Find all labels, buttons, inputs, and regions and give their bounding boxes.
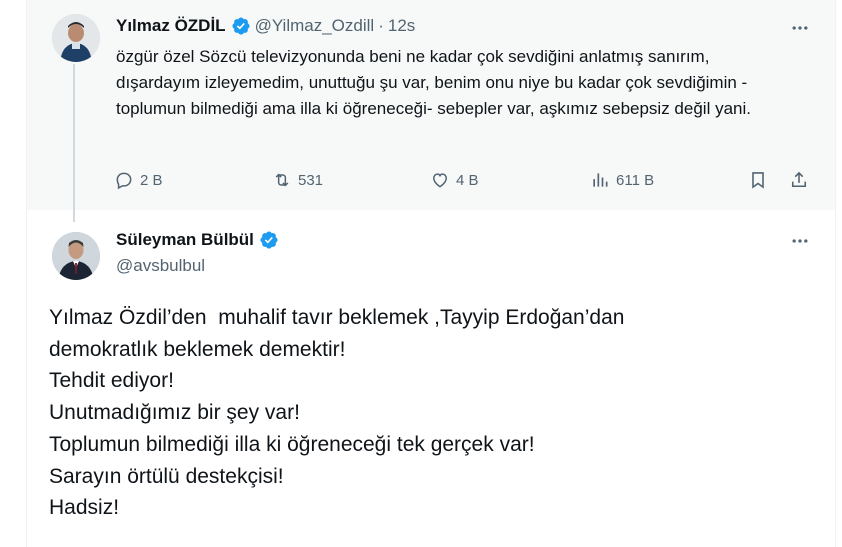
retweet-icon — [275, 173, 289, 187]
verified-badge-icon[interactable] — [259, 230, 279, 250]
author-name[interactable]: Süleyman Bülbül — [116, 230, 254, 250]
author-name[interactable]: Yılmaz ÖZDİL — [116, 16, 226, 36]
view-count: 611 B — [616, 171, 655, 189]
verified-badge-icon[interactable] — [231, 16, 251, 36]
tweet-text-line: Tehdit ediyor! — [49, 369, 174, 393]
avatar-suleyman-image — [52, 232, 100, 280]
author-handle[interactable]: @avsbulbul — [116, 256, 205, 276]
share-icon — [791, 171, 807, 188]
tweet-text-line: Toplumun bilmediği illa ki öğreneceği te… — [49, 432, 535, 456]
more-icon[interactable] — [789, 230, 811, 252]
avatar[interactable] — [52, 232, 100, 280]
like-count: 4 B — [456, 171, 479, 189]
bookmark-button[interactable] — [748, 170, 774, 190]
reply-button[interactable]: 2 B — [114, 170, 163, 190]
retweet-button[interactable]: 531 — [272, 170, 323, 190]
tweet-time[interactable]: 12s — [388, 16, 415, 36]
reply-icon — [116, 172, 132, 190]
heart-icon — [432, 173, 448, 188]
reply-tweet-text: Yılmaz Özdil’den muhalif tavır beklemek … — [49, 302, 809, 524]
tweet-text-line: Yılmaz Özdil’den muhalif tavır beklemek … — [49, 306, 625, 329]
parent-tweet-header: Yılmaz ÖZDİL @Yilmaz_Ozdill · 12s — [116, 16, 415, 36]
more-icon[interactable] — [789, 17, 811, 39]
views-button[interactable]: 611 B — [590, 170, 654, 190]
retweet-count: 531 — [298, 171, 324, 189]
author-handle[interactable]: @Yilmaz_Ozdill — [255, 16, 375, 36]
parent-tweet-text: özgür özel Sözcü televizyonunda beni ne … — [116, 47, 751, 118]
bookmark-icon — [752, 172, 764, 189]
separator-dot: · — [378, 16, 384, 35]
tweet-text-line: Hadsiz! — [49, 496, 120, 520]
like-button[interactable]: 4 B — [430, 170, 479, 190]
thread-connector-line — [73, 64, 75, 222]
avatar-yilmaz-image — [52, 14, 100, 62]
views-icon — [593, 173, 608, 187]
reply-count: 2 B — [140, 171, 163, 189]
tweet-actions: 2 B 531 4 B 611 B — [114, 170, 814, 194]
tweet-text-line: Unutmadığımız bir şey var! — [49, 401, 300, 425]
share-button[interactable] — [789, 170, 815, 190]
avatar[interactable] — [52, 14, 100, 62]
tweet-text-line: demokratlık beklemek demektir! — [49, 337, 346, 361]
tweet-text-line: Sarayın örtülü destekçisi! — [49, 464, 284, 488]
reply-tweet-header: Süleyman Bülbül — [116, 230, 283, 250]
